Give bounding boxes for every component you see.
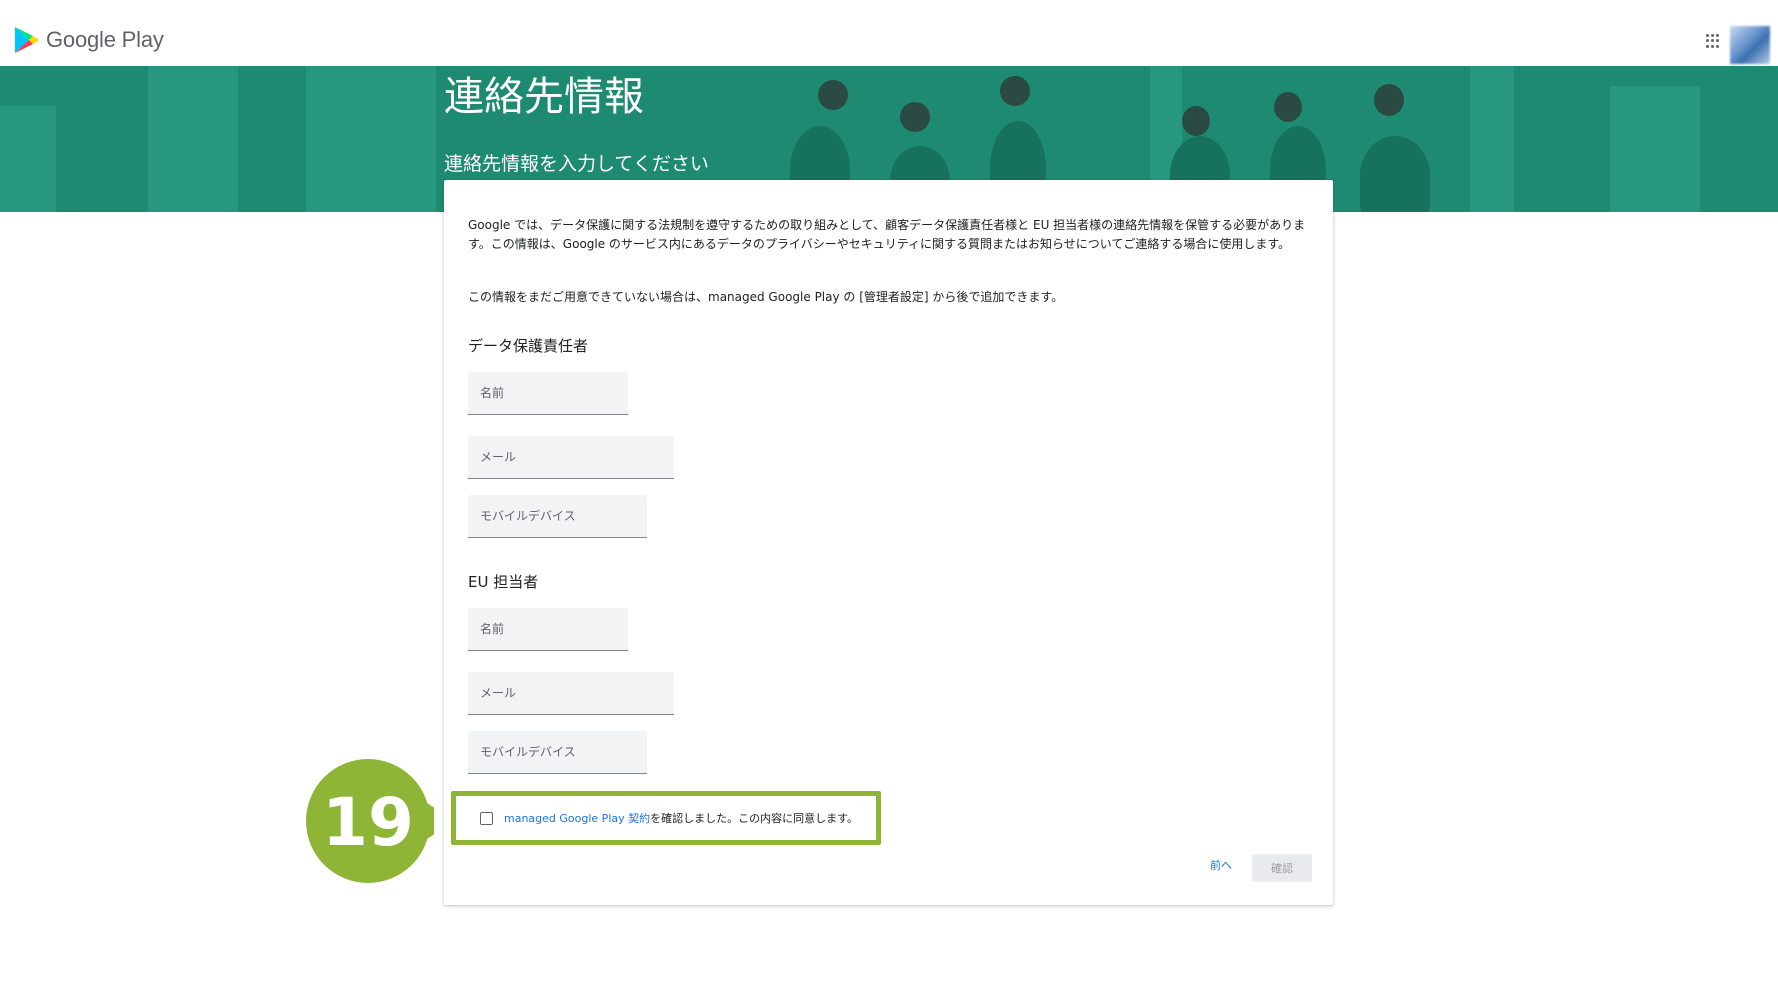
- page-subtitle: 連絡先情報を入力してください: [444, 153, 709, 175]
- logo-text: Google Play: [46, 27, 164, 52]
- dpo-name-input[interactable]: [468, 372, 628, 414]
- page-title: 連絡先情報: [444, 74, 644, 120]
- avatar[interactable]: [1730, 26, 1770, 64]
- intro-note: この情報をまだご用意できていない場合は、managed Google Play …: [468, 290, 1064, 304]
- dpo-heading: データ保護責任者: [468, 337, 589, 355]
- dpo-mobile-input[interactable]: [468, 495, 647, 537]
- eu-name-input[interactable]: [468, 608, 628, 650]
- eu-email-field[interactable]: [468, 672, 674, 715]
- dpo-mobile-field[interactable]: [468, 495, 647, 538]
- eu-mobile-field[interactable]: [468, 731, 647, 774]
- step-badge: 19: [306, 759, 434, 883]
- eu-name-field[interactable]: [468, 608, 628, 651]
- dpo-email-field[interactable]: [468, 436, 674, 479]
- eu-email-input[interactable]: [468, 672, 674, 714]
- dpo-name-field[interactable]: [468, 372, 628, 415]
- step-highlight-box: [451, 791, 881, 845]
- google-play-logo[interactable]: Google Play: [14, 26, 164, 54]
- eu-heading: EU 担当者: [468, 573, 539, 591]
- confirm-button[interactable]: 確認: [1252, 854, 1312, 882]
- intro-text: Google では、データ保護に関する法規制を遵守するための取り組みとして、顧客…: [468, 218, 1306, 251]
- prev-button[interactable]: 前へ: [1210, 857, 1232, 873]
- google-play-icon: [15, 27, 39, 53]
- dpo-email-input[interactable]: [468, 436, 674, 478]
- eu-mobile-input[interactable]: [468, 731, 647, 773]
- top-app-bar: Google Play: [0, 0, 1778, 66]
- step-number: 19: [322, 784, 414, 861]
- apps-grid-icon[interactable]: [1706, 34, 1720, 48]
